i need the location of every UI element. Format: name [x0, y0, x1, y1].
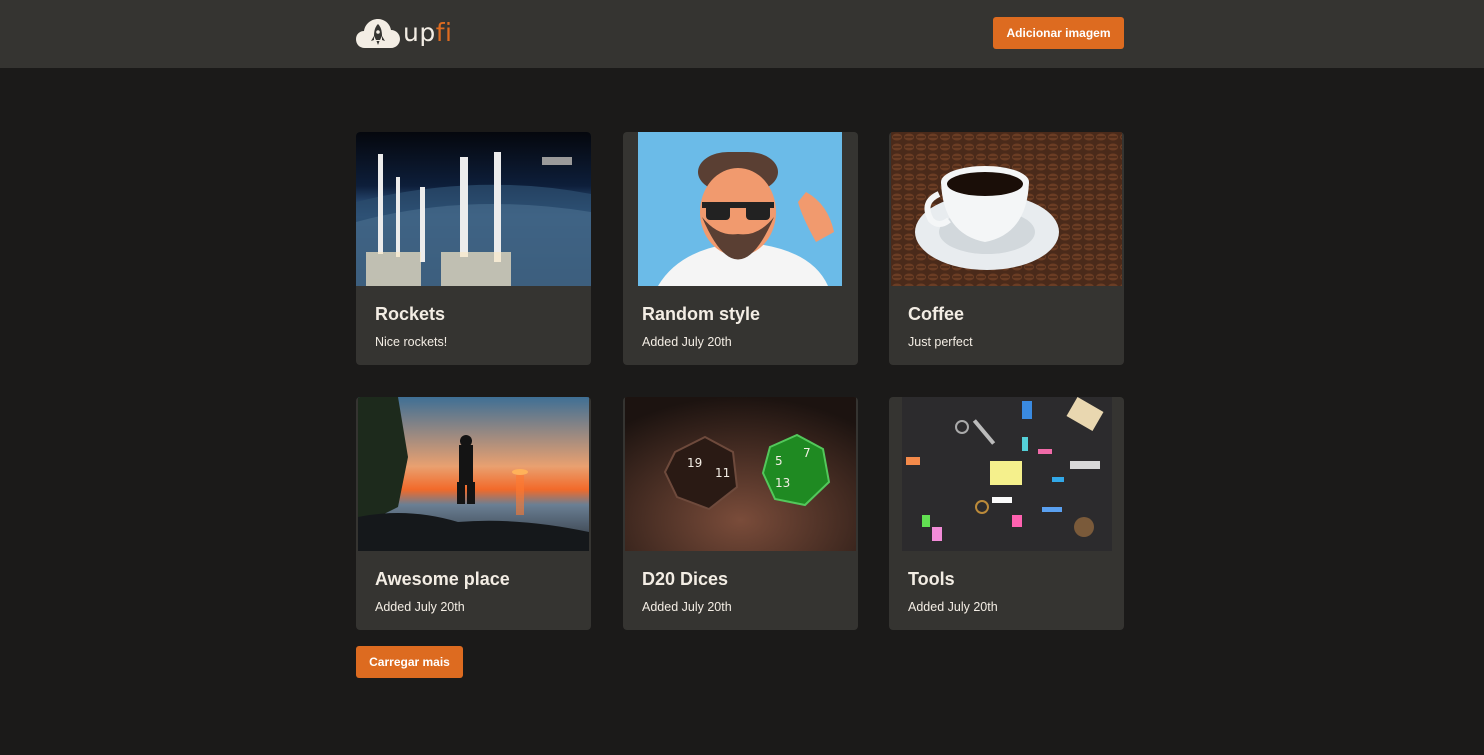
image-card-tools[interactable]: Tools Added July 20th	[889, 397, 1124, 630]
card-description: Just perfect	[908, 335, 973, 349]
cloud-rocket-icon	[356, 16, 400, 50]
logo-text-main: up	[403, 18, 436, 47]
logo-text-accent: fi	[435, 18, 453, 47]
card-description: Nice rockets!	[375, 335, 448, 349]
card-description: Added July 20th	[642, 600, 732, 614]
svg-text:11: 11	[715, 466, 730, 480]
svg-text:13: 13	[775, 476, 790, 490]
card-image[interactable]	[358, 397, 589, 551]
app-logo[interactable]: upfi	[356, 16, 452, 50]
svg-text:5: 5	[775, 454, 783, 468]
card-image[interactable]: 19 11 5 7 13	[625, 397, 856, 551]
card-image[interactable]	[891, 132, 1122, 286]
top-header: upfi Adicionar imagem	[0, 0, 1484, 68]
svg-text:7: 7	[803, 446, 811, 460]
image-card-d20-dices[interactable]: 19 11 5 7 13 D20 Dices Added July 20th	[623, 397, 858, 630]
card-image[interactable]	[638, 132, 842, 286]
card-title: Coffee	[908, 304, 965, 324]
image-card-rockets[interactable]: Rockets Nice rockets!	[356, 132, 591, 365]
card-title: Awesome place	[375, 569, 510, 589]
add-image-button[interactable]: Adicionar imagem	[993, 17, 1124, 49]
load-more-button[interactable]: Carregar mais	[356, 646, 463, 678]
card-description: Added July 20th	[375, 600, 465, 614]
card-title: Rockets	[375, 304, 446, 324]
card-title: Random style	[642, 304, 761, 324]
image-card-coffee[interactable]: Coffee Just perfect	[889, 132, 1124, 365]
image-card-awesome-place[interactable]: Awesome place Added July 20th	[356, 397, 591, 630]
card-image[interactable]	[902, 397, 1112, 551]
logo-wordmark: upfi	[403, 16, 452, 50]
svg-text:19: 19	[687, 456, 702, 470]
card-description: Added July 20th	[642, 335, 732, 349]
card-description: Added July 20th	[908, 600, 998, 614]
image-card-random-style[interactable]: Random style Added July 20th	[623, 132, 858, 365]
card-title: Tools	[908, 569, 955, 589]
card-image[interactable]	[356, 132, 591, 286]
card-title: D20 Dices	[642, 569, 729, 589]
